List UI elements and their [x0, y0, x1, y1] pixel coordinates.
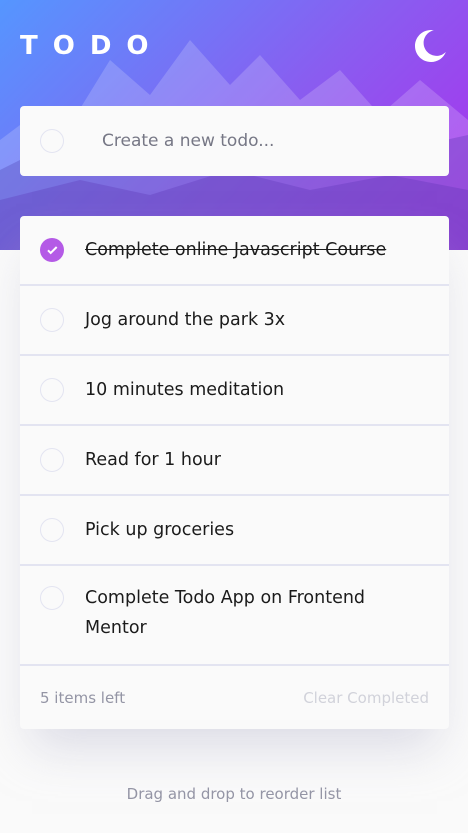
todo-text: Complete online Javascript Course: [85, 240, 387, 260]
new-todo-bar: [20, 106, 449, 176]
todo-item[interactable]: Read for 1 hour: [20, 426, 449, 496]
todo-checkbox-checked[interactable]: [40, 238, 64, 262]
todo-item[interactable]: Complete Todo App on Frontend Mentor: [20, 566, 449, 666]
todo-text: Pick up groceries: [85, 520, 235, 540]
check-icon: [46, 245, 57, 254]
new-todo-input[interactable]: [100, 130, 424, 152]
todo-list: Complete online Javascript Course Jog ar…: [20, 216, 449, 729]
todo-checkbox[interactable]: [40, 586, 64, 610]
list-footer: 5 items left Clear Completed: [20, 666, 449, 729]
todo-checkbox[interactable]: [40, 518, 64, 542]
todo-text: Jog around the park 3x: [85, 310, 286, 330]
app-title: TODO: [20, 31, 164, 61]
todo-item[interactable]: Jog around the park 3x: [20, 286, 449, 356]
moon-icon: [415, 30, 446, 62]
todo-text: Complete Todo App on Frontend Mentor: [85, 588, 366, 638]
items-left-count: 5 items left: [40, 688, 126, 707]
todo-checkbox[interactable]: [40, 448, 64, 472]
app-header: TODO: [20, 26, 448, 66]
todo-checkbox[interactable]: [40, 378, 64, 402]
theme-toggle-button[interactable]: [414, 29, 448, 63]
todo-text: 10 minutes meditation: [85, 380, 285, 400]
todo-text: Read for 1 hour: [85, 450, 221, 470]
reorder-hint: Drag and drop to reorder list: [126, 785, 342, 803]
new-todo-checkbox[interactable]: [40, 129, 64, 153]
todo-item[interactable]: Complete online Javascript Course: [20, 216, 449, 286]
todo-item[interactable]: 10 minutes meditation: [20, 356, 449, 426]
todo-item[interactable]: Pick up groceries: [20, 496, 449, 566]
todo-checkbox[interactable]: [40, 308, 64, 332]
clear-completed-button[interactable]: Clear Completed: [303, 689, 429, 707]
